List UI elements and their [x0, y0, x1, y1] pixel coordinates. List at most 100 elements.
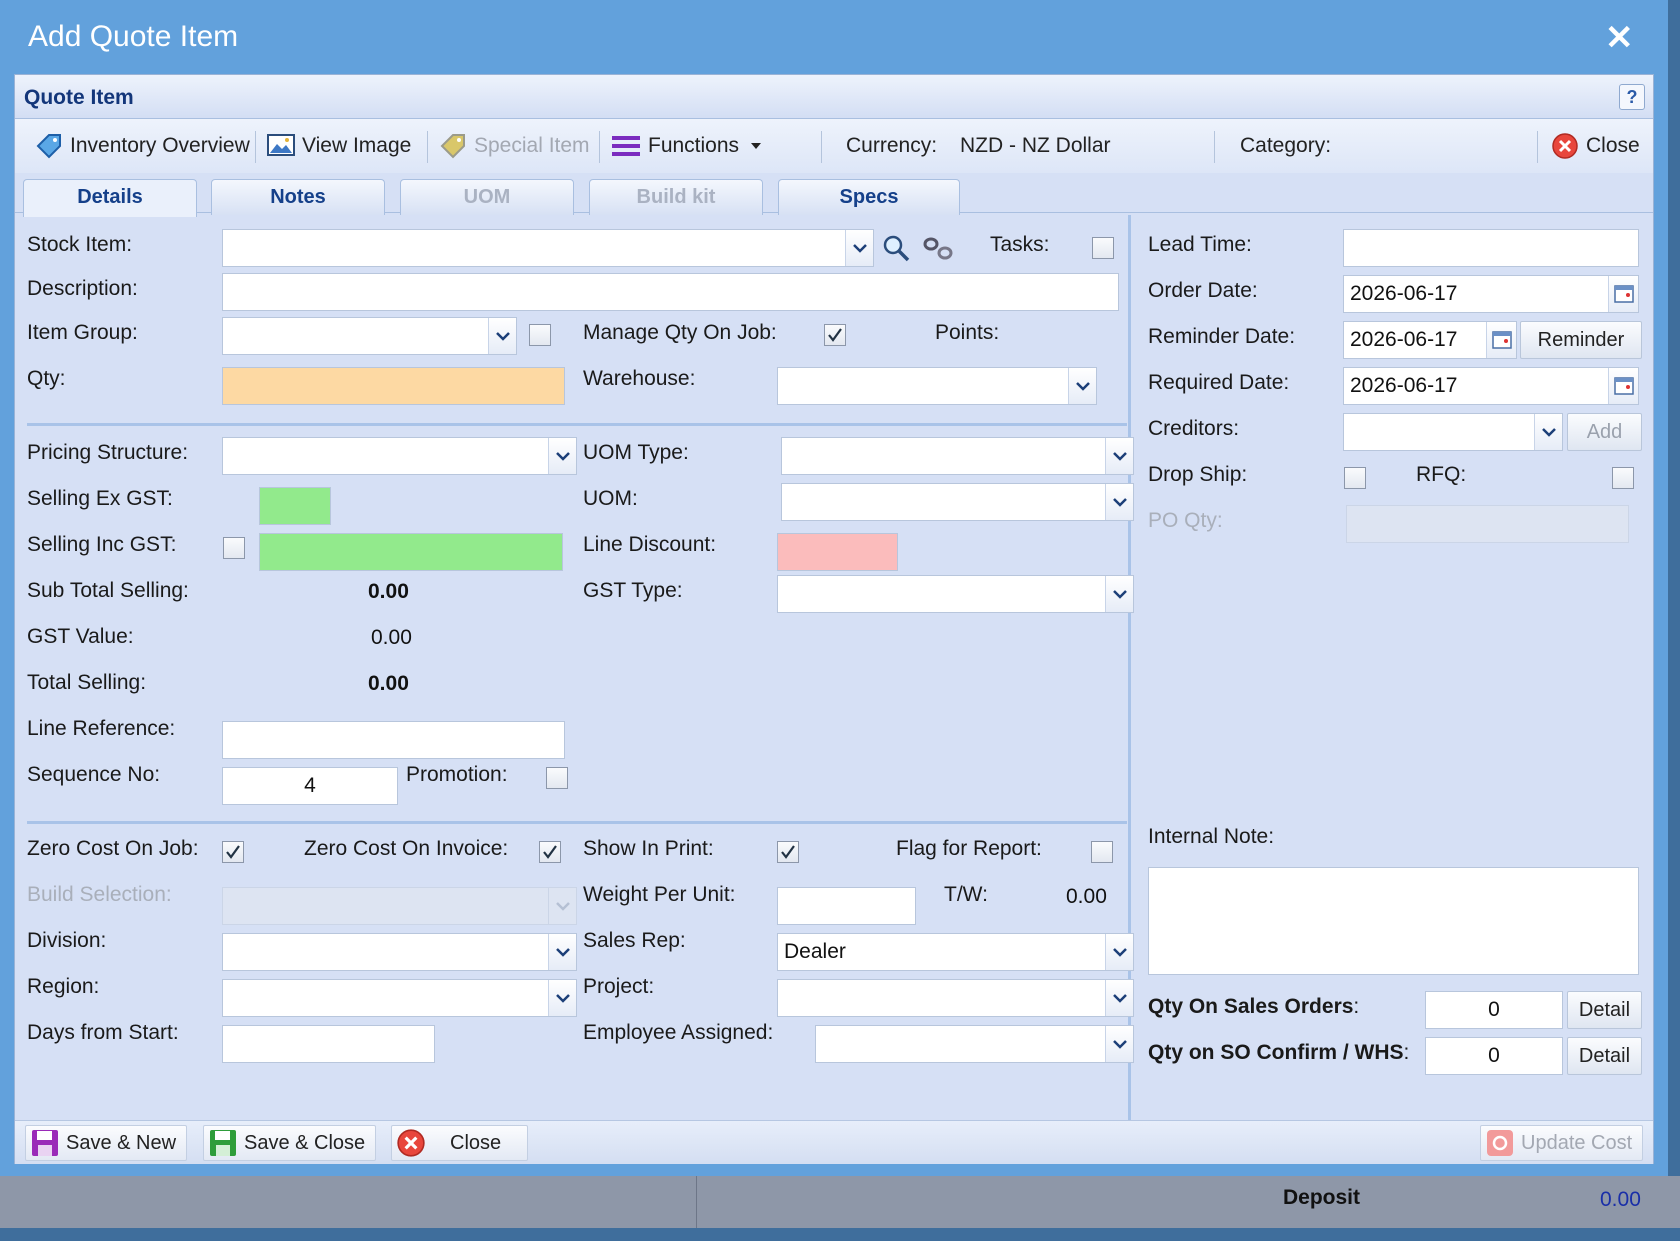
gst-type-label: GST Type: [583, 579, 683, 602]
reminder-date-input[interactable]: 2026-06-17 [1343, 321, 1517, 359]
currency-value: NZD - NZ Dollar [960, 134, 1111, 157]
chevron-down-icon[interactable] [1105, 484, 1133, 520]
promotion-checkbox[interactable] [546, 767, 568, 789]
po-qty-input[interactable] [1346, 505, 1629, 543]
chevron-down-icon[interactable] [1105, 576, 1133, 612]
calendar-icon[interactable] [1608, 368, 1638, 404]
dialog-title: Add Quote Item [28, 20, 239, 53]
tasks-checkbox[interactable] [1092, 237, 1114, 259]
qty-on-sales-orders-colon: : [1353, 995, 1360, 1018]
zero-cost-on-invoice-label: Zero Cost On Invoice: [304, 837, 509, 860]
employee-assigned-select[interactable] [815, 1025, 1134, 1063]
gst-value-label: GST Value: [27, 625, 134, 648]
dialog-close-icon[interactable]: ✕ [1605, 18, 1634, 58]
zero-cost-on-job-checkbox[interactable] [222, 841, 244, 863]
toolbar-close-button[interactable]: Close [1551, 119, 1640, 173]
project-select[interactable] [777, 979, 1134, 1017]
chevron-down-icon[interactable] [488, 318, 516, 354]
sub-total-selling-label: Sub Total Selling: [27, 579, 189, 602]
tab-notes[interactable]: Notes [211, 179, 385, 215]
qty-on-so-confirm-detail-button[interactable]: Detail [1567, 1037, 1642, 1075]
selling-ex-gst-input[interactable] [259, 487, 331, 525]
chevron-down-icon[interactable] [548, 980, 576, 1016]
chevron-down-icon[interactable] [548, 888, 576, 924]
stock-item-dropdown-icon[interactable] [845, 230, 873, 266]
internal-note-textarea[interactable] [1148, 867, 1639, 975]
update-cost-button[interactable]: Update Cost [1480, 1125, 1644, 1161]
selling-inc-gst-input[interactable] [259, 533, 563, 571]
drop-ship-checkbox[interactable] [1344, 467, 1366, 489]
calendar-icon[interactable] [1486, 322, 1516, 358]
employee-assigned-label: Employee Assigned: [583, 1021, 774, 1044]
uom-select[interactable] [781, 483, 1134, 521]
view-image-label: View Image [302, 134, 412, 157]
chevron-down-icon[interactable] [1068, 368, 1096, 404]
item-group-checkbox[interactable] [529, 324, 551, 346]
stock-item-combo[interactable] [222, 229, 874, 267]
tab-build-kit[interactable]: Build kit [589, 179, 763, 215]
save-icon [210, 1130, 236, 1156]
item-group-select[interactable] [222, 317, 517, 355]
tab-specs[interactable]: Specs [778, 179, 960, 215]
warehouse-select[interactable] [777, 367, 1097, 405]
order-date-input[interactable]: 2026-06-17 [1343, 275, 1639, 313]
chevron-down-icon[interactable] [548, 934, 576, 970]
background-grid-row: Deposit 0.00 [0, 1176, 1680, 1228]
zero-cost-on-invoice-checkbox[interactable] [539, 841, 561, 863]
chevron-down-icon[interactable] [1534, 414, 1562, 450]
background-strip [0, 1228, 1680, 1241]
division-select[interactable] [222, 933, 577, 971]
required-date-input[interactable]: 2026-06-17 [1343, 367, 1639, 405]
creditors-select[interactable] [1343, 413, 1563, 451]
division-label: Division: [27, 929, 107, 952]
special-item-button[interactable]: Special Item [439, 119, 590, 173]
save-and-close-button[interactable]: Save & Close [203, 1125, 377, 1161]
chevron-down-icon[interactable] [1105, 438, 1133, 474]
selling-inc-gst-checkbox[interactable] [223, 537, 245, 559]
flag-for-report-checkbox[interactable] [1091, 841, 1113, 863]
qty-input[interactable] [222, 367, 565, 405]
days-from-start-input[interactable] [222, 1025, 435, 1063]
rfq-checkbox[interactable] [1612, 467, 1634, 489]
inventory-overview-button[interactable]: Inventory Overview [35, 119, 250, 173]
checkmark-icon [828, 328, 842, 342]
line-reference-input[interactable] [222, 721, 565, 759]
show-in-print-checkbox[interactable] [777, 841, 799, 863]
chevron-down-icon[interactable] [1105, 934, 1133, 970]
view-image-button[interactable]: View Image [267, 119, 411, 173]
functions-menu-button[interactable]: Functions [611, 119, 765, 173]
qty-on-sales-orders-detail-button[interactable]: Detail [1567, 991, 1642, 1029]
tw-label: T/W: [944, 883, 988, 906]
weight-per-unit-label: Weight Per Unit: [583, 883, 736, 906]
tab-uom[interactable]: UOM [400, 179, 574, 215]
lead-time-input[interactable] [1343, 229, 1639, 267]
reminder-button[interactable]: Reminder [1520, 321, 1642, 359]
pricing-structure-select[interactable] [222, 437, 577, 475]
checkmark-icon [781, 845, 795, 859]
line-discount-input[interactable] [777, 533, 898, 571]
stock-item-label: Stock Item: [27, 233, 133, 256]
add-creditor-button[interactable]: Add [1567, 413, 1642, 451]
calendar-icon[interactable] [1608, 276, 1638, 312]
uom-type-select[interactable] [781, 437, 1134, 475]
footer-close-button[interactable]: Close [391, 1125, 529, 1161]
sequence-no-input[interactable]: 4 [222, 767, 398, 805]
region-select[interactable] [222, 979, 577, 1017]
save-and-close-label: Save & Close [244, 1131, 366, 1154]
creditors-label: Creditors: [1148, 417, 1240, 440]
tab-details[interactable]: Details [23, 179, 197, 217]
description-input[interactable] [222, 273, 1119, 311]
manage-qty-on-job-checkbox[interactable] [824, 324, 846, 346]
sales-rep-select[interactable]: Dealer [777, 933, 1134, 971]
help-icon[interactable]: ? [1619, 84, 1645, 110]
selling-ex-gst-label: Selling Ex GST: [27, 487, 173, 510]
link-icon[interactable] [917, 229, 959, 267]
search-icon[interactable] [877, 229, 915, 267]
save-and-new-button[interactable]: Save & New [25, 1125, 188, 1161]
chevron-down-icon[interactable] [1105, 1026, 1133, 1062]
chevron-down-icon[interactable] [1105, 980, 1133, 1016]
build-selection-select[interactable] [222, 887, 577, 925]
chevron-down-icon[interactable] [548, 438, 576, 474]
weight-per-unit-input[interactable] [777, 887, 916, 925]
gst-type-select[interactable] [777, 575, 1134, 613]
